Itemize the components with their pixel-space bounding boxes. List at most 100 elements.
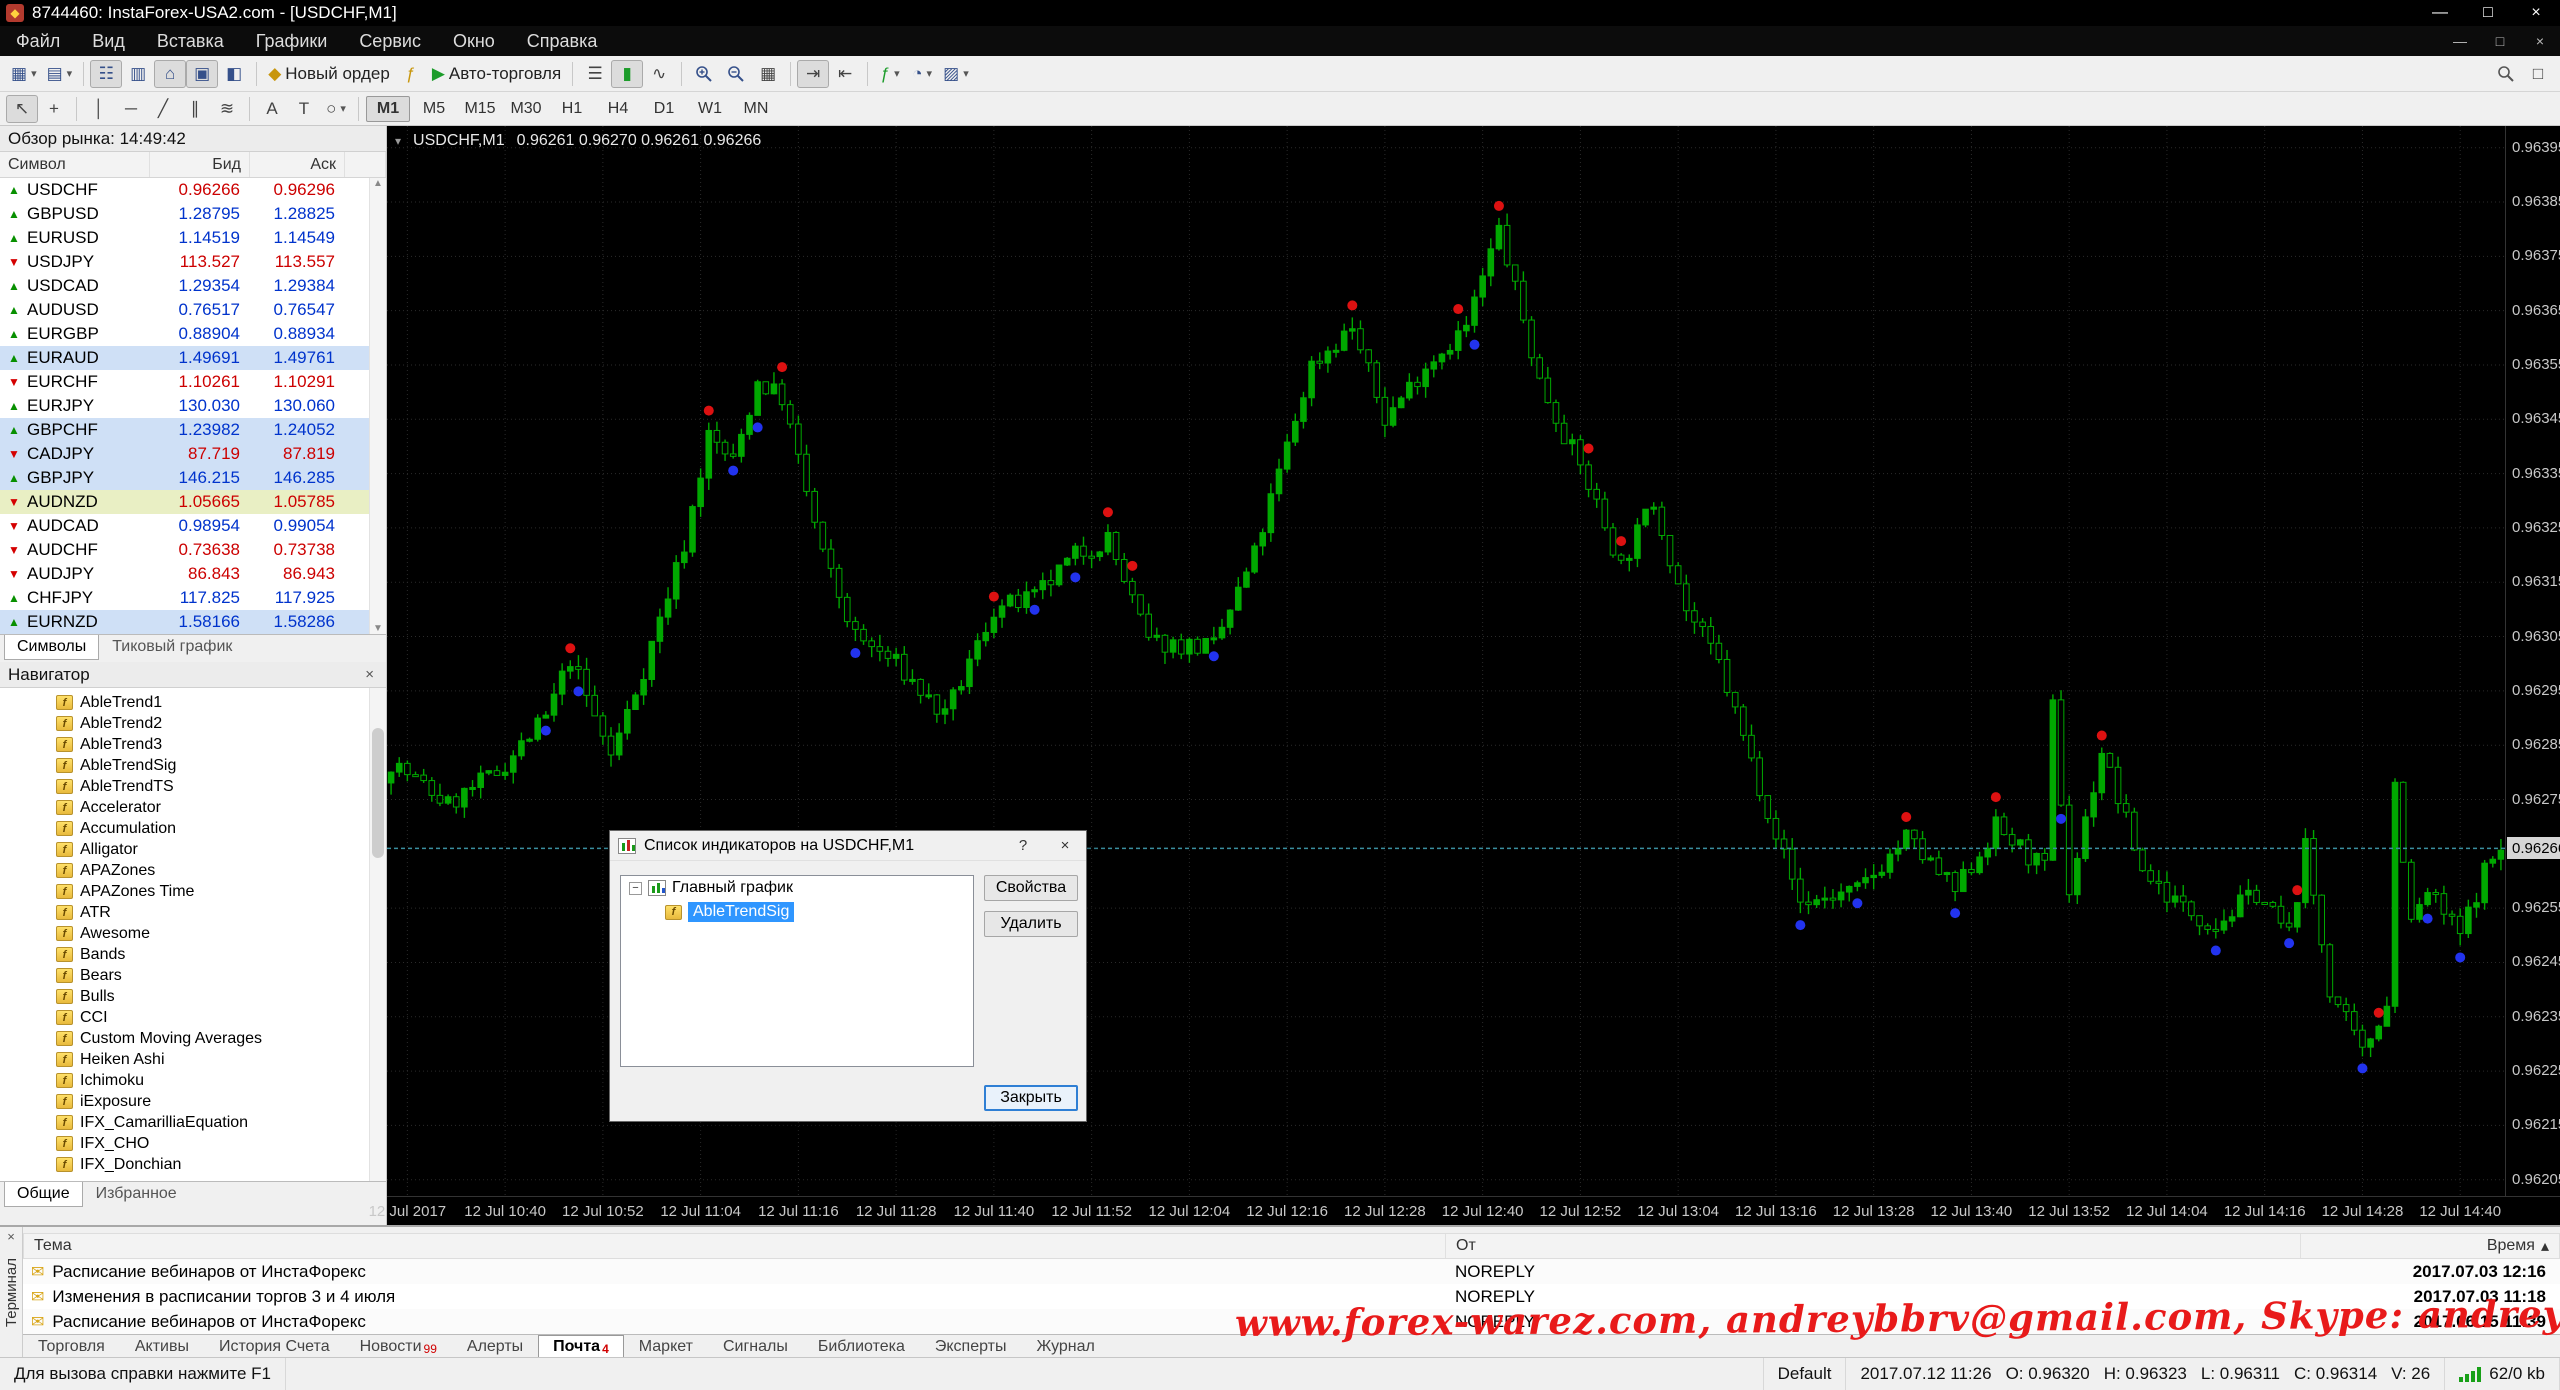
time-axis[interactable]: 12 Jul 201712 Jul 10:4012 Jul 10:5212 Ju… [387, 1196, 2560, 1225]
auto-trading-button[interactable]: ▶Авто-торговля [427, 60, 566, 88]
navigator-item-IFX_Donchian[interactable]: fIFX_Donchian [0, 1154, 386, 1175]
terminal-tab-Журнал[interactable]: Журнал [1021, 1335, 1109, 1359]
window-close-button[interactable]: × [2512, 0, 2560, 26]
timeframe-M15[interactable]: M15 [458, 96, 502, 122]
search-button[interactable] [2490, 60, 2522, 88]
navigator-item-AbleTrendSig[interactable]: fAbleTrendSig [0, 755, 386, 776]
navigator-item-APAZones-Time[interactable]: fAPAZones Time [0, 881, 386, 902]
timeframe-M30[interactable]: M30 [504, 96, 548, 122]
new-order-button[interactable]: ◆Новый ордер [263, 60, 395, 88]
tile-windows-button[interactable]: ▦ [752, 60, 784, 88]
navigator-item-Bulls[interactable]: fBulls [0, 986, 386, 1007]
tab-common[interactable]: Общие [4, 1182, 83, 1207]
zoom-out-button[interactable] [720, 60, 752, 88]
column-ask[interactable]: Аск [250, 152, 345, 177]
navigator-item-AbleTrend1[interactable]: fAbleTrend1 [0, 692, 386, 713]
navigator-item-Bands[interactable]: fBands [0, 944, 386, 965]
window-minimize-button[interactable]: — [2416, 0, 2464, 26]
price-axis[interactable]: 0.963950.963850.963750.963650.963550.963… [2505, 126, 2560, 1196]
vertical-line-tool-button[interactable]: │ [83, 95, 115, 123]
timeframe-W1[interactable]: W1 [688, 96, 732, 122]
navigator-item-Custom-Moving-Averages[interactable]: fCustom Moving Averages [0, 1028, 386, 1049]
navigator-close-icon[interactable]: × [361, 666, 378, 683]
mail-column-subject[interactable]: Тема [24, 1234, 1446, 1258]
terminal-tab-Торговля[interactable]: Торговля [23, 1335, 120, 1359]
timeframe-MN[interactable]: MN [734, 96, 778, 122]
bar-chart-button[interactable]: ☰ [579, 60, 611, 88]
menu-item-2[interactable]: Вставка [141, 26, 240, 56]
market-row-EURAUD[interactable]: ▲EURAUD1.496911.49761 [0, 346, 386, 370]
navigator-item-AbleTrend3[interactable]: fAbleTrend3 [0, 734, 386, 755]
market-row-EURUSD[interactable]: ▲EURUSD1.145191.14549 [0, 226, 386, 250]
tree-root-row[interactable]: − Главный график [621, 876, 973, 900]
dialog-close-button[interactable]: × [1048, 833, 1082, 859]
candlestick-chart-button[interactable]: ▮ [611, 60, 643, 88]
horizontal-line-tool-button[interactable]: ─ [115, 95, 147, 123]
tab-symbols[interactable]: Символы [4, 635, 99, 660]
indicators-listbox[interactable]: − Главный график f AbleTrendSig [620, 875, 974, 1067]
navigator-item-Accumulation[interactable]: fAccumulation [0, 818, 386, 839]
navigator-item-iExposure[interactable]: fiExposure [0, 1091, 386, 1112]
terminal-tab-Алерты[interactable]: Алерты [452, 1335, 538, 1359]
metaeditor-button[interactable]: ƒ [395, 60, 427, 88]
market-row-CHFJPY[interactable]: ▲CHFJPY117.825117.925 [0, 586, 386, 610]
market-row-EURCHF[interactable]: ▼EURCHF1.102611.10291 [0, 370, 386, 394]
scroll-down-icon[interactable]: ▼ [373, 623, 383, 634]
column-symbol[interactable]: Символ [0, 152, 150, 177]
data-window-button[interactable]: ▥ [122, 60, 154, 88]
navigator-item-Alligator[interactable]: fAlligator [0, 839, 386, 860]
terminal-tab-Маркет[interactable]: Маркет [624, 1335, 708, 1359]
market-row-GBPCHF[interactable]: ▲GBPCHF1.239821.24052 [0, 418, 386, 442]
menu-item-6[interactable]: Справка [511, 26, 614, 56]
dialog-help-button[interactable]: ? [1006, 833, 1040, 859]
indicators-button[interactable]: ƒ▾ [874, 60, 906, 88]
line-chart-button[interactable]: ∿ [643, 60, 675, 88]
market-row-AUDNZD[interactable]: ▼AUDNZD1.056651.05785 [0, 490, 386, 514]
terminal-button[interactable]: ▣ [186, 60, 218, 88]
new-chart-button[interactable]: ▦▾ [6, 60, 42, 88]
mail-column-from[interactable]: От [1446, 1234, 2301, 1258]
market-row-EURJPY[interactable]: ▲EURJPY130.030130.060 [0, 394, 386, 418]
mail-row[interactable]: ✉Расписание вебинаров от ИнстаФорексNORE… [23, 1259, 2560, 1284]
tree-expander-icon[interactable]: − [629, 882, 642, 895]
market-row-GBPUSD[interactable]: ▲GBPUSD1.287951.28825 [0, 202, 386, 226]
market-row-EURGBP[interactable]: ▲EURGBP0.889040.88934 [0, 322, 386, 346]
tree-child-row[interactable]: f AbleTrendSig [621, 900, 973, 924]
zoom-in-button[interactable] [688, 60, 720, 88]
navigator-item-APAZones[interactable]: fAPAZones [0, 860, 386, 881]
chart-shift-button[interactable]: ⇤ [829, 60, 861, 88]
window-restore-button[interactable]: □ [2464, 0, 2512, 26]
templates-button[interactable]: ▨▾ [938, 60, 974, 88]
chat-button[interactable]: □ [2522, 60, 2554, 88]
navigator-item-IFX_CamarilliaEquation[interactable]: fIFX_CamarilliaEquation [0, 1112, 386, 1133]
auto-scroll-button[interactable]: ⇥ [797, 60, 829, 88]
market-row-AUDJPY[interactable]: ▼AUDJPY86.84386.943 [0, 562, 386, 586]
close-dialog-button[interactable]: Закрыть [984, 1085, 1078, 1111]
column-bid[interactable]: Бид [150, 152, 250, 177]
navigator-item-Accelerator[interactable]: fAccelerator [0, 797, 386, 818]
crosshair-tool-button[interactable]: + [38, 95, 70, 123]
timeframe-M5[interactable]: M5 [412, 96, 456, 122]
terminal-tab-Библиотека[interactable]: Библиотека [803, 1335, 920, 1359]
terminal-tab-История-Счета[interactable]: История Счета [204, 1335, 345, 1359]
navigator-item-ATR[interactable]: fATR [0, 902, 386, 923]
navigator-button[interactable]: ⌂ [154, 60, 186, 88]
cursor-tool-button[interactable]: ↖ [6, 95, 38, 123]
shapes-tool-button[interactable]: ○▾ [320, 95, 352, 123]
fibonacci-tool-button[interactable]: ≋ [211, 95, 243, 123]
periods-button[interactable]: ◔▾ [906, 60, 938, 88]
navigator-item-Awesome[interactable]: fAwesome [0, 923, 386, 944]
market-row-AUDUSD[interactable]: ▲AUDUSD0.765170.76547 [0, 298, 386, 322]
navigator-item-IFX_CHO[interactable]: fIFX_CHO [0, 1133, 386, 1154]
market-row-USDCAD[interactable]: ▲USDCAD1.293541.29384 [0, 274, 386, 298]
tab-favorites[interactable]: Избранное [83, 1182, 190, 1207]
mail-column-time[interactable]: Время▴ [2301, 1234, 2559, 1258]
timeframe-D1[interactable]: D1 [642, 96, 686, 122]
market-row-CADJPY[interactable]: ▼CADJPY87.71987.819 [0, 442, 386, 466]
trendline-tool-button[interactable]: ╱ [147, 95, 179, 123]
navigator-item-Ichimoku[interactable]: fIchimoku [0, 1070, 386, 1091]
navigator-item-Bears[interactable]: fBears [0, 965, 386, 986]
timeframe-M1[interactable]: M1 [366, 96, 410, 122]
chart-close-button[interactable]: × [2520, 28, 2560, 54]
terminal-tab-Эксперты[interactable]: Эксперты [920, 1335, 1022, 1359]
